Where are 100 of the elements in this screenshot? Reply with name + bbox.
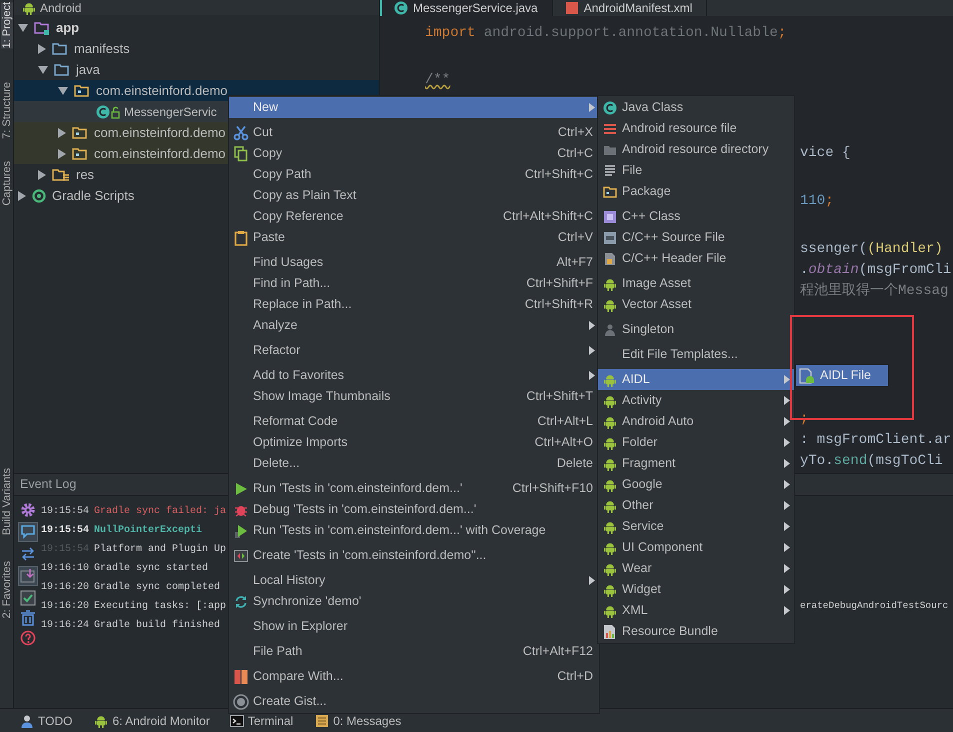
menu-item[interactable]: Local History: [229, 570, 599, 591]
round-emblem-icon: [233, 694, 249, 710]
menu-item[interactable]: Fragment: [598, 453, 794, 474]
tool-window-tab[interactable]: Captures: [0, 161, 12, 206]
menu-item[interactable]: Activity: [598, 390, 794, 411]
menu-item[interactable]: Vector Asset: [598, 294, 794, 315]
shortcut-label: Ctrl+Alt+O: [534, 434, 594, 452]
log-time: 19:16:20: [41, 600, 90, 614]
tool-window-tab[interactable]: 1: Project: [0, 2, 12, 48]
menu-item[interactable]: Java Class: [598, 97, 794, 118]
tool-window-button[interactable]: 6: Android Monitor: [94, 712, 210, 730]
menu-item[interactable]: Service: [598, 516, 794, 537]
tool-window-tab[interactable]: 7: Structure: [0, 82, 12, 140]
android-icon: [603, 520, 617, 534]
menu-item[interactable]: C/C++ Source File: [598, 227, 794, 248]
copy-icon: [234, 146, 248, 162]
collapsed-arrow-icon: [18, 190, 26, 200]
menu-item[interactable]: Android Auto: [598, 411, 794, 432]
shortcut-label: Ctrl+Alt+F12: [522, 643, 594, 660]
file-android-icon: [799, 368, 815, 384]
package-icon: [74, 84, 90, 98]
menu-item[interactable]: Optimize Imports Ctrl+Alt+O: [229, 432, 599, 453]
editor-tab[interactable]: MessengerService.java: [380, 0, 553, 16]
menu-item[interactable]: Folder: [598, 432, 794, 453]
menu-item[interactable]: Add to Favorites: [229, 365, 599, 386]
message-list-icon: [315, 714, 330, 728]
submenu-arrow-icon: [784, 396, 790, 405]
menu-item[interactable]: Image Asset: [598, 273, 794, 294]
menu-item[interactable]: Widget: [598, 579, 794, 600]
menu-item[interactable]: File: [598, 160, 794, 181]
menu-item[interactable]: XML: [598, 600, 794, 621]
submenu-arrow-icon: [784, 606, 790, 615]
menu-item[interactable]: Synchronize 'demo': [229, 591, 599, 612]
menu-item[interactable]: Run 'Tests in 'com.einsteinford.dem...' Ctrl+Shift+F10: [229, 478, 599, 499]
menu-item[interactable]: UI Component: [598, 537, 794, 558]
menu-item[interactable]: C/C++ Header File: [598, 248, 794, 269]
menu-item[interactable]: Find Usages Alt+F7: [229, 252, 599, 273]
menu-item[interactable]: Create 'Tests in 'com.einsteinford.demo''...: [229, 545, 599, 566]
tool-window-button[interactable]: Terminal: [230, 712, 294, 730]
menu-item[interactable]: Google: [598, 474, 794, 495]
menu-item[interactable]: Delete... Delete: [229, 453, 599, 474]
view-selector[interactable]: Android: [40, 0, 82, 14]
tool-window-button[interactable]: TODO: [20, 712, 72, 730]
menu-item[interactable]: Reformat Code Ctrl+Alt+L: [229, 411, 599, 432]
editor-tab[interactable]: AndroidManifest.xml: [552, 0, 708, 16]
menu-item[interactable]: Resource Bundle: [598, 621, 794, 642]
resource-folder-icon: [52, 168, 70, 182]
menu-item[interactable]: AIDL File: [796, 365, 888, 386]
menu-item[interactable]: Edit File Templates...: [598, 344, 794, 365]
class-icon: [603, 100, 617, 114]
square-icon: [603, 210, 617, 224]
tree-item[interactable]: manifests: [14, 38, 379, 59]
menu-item[interactable]: Refactor: [229, 340, 599, 361]
package-icon: [72, 126, 88, 140]
android-icon: [603, 498, 617, 512]
package-icon: [603, 184, 617, 198]
log-time: 19:16:20: [41, 581, 90, 595]
menu-item[interactable]: Find in Path... Ctrl+Shift+F: [229, 273, 599, 294]
android-icon: [603, 582, 617, 596]
menu-item[interactable]: Debug 'Tests in 'com.einsteinford.dem...': [229, 499, 599, 520]
tool-window-tab[interactable]: 2: Favorites: [0, 561, 12, 618]
collapsed-arrow-icon: [58, 128, 66, 138]
android-icon: [603, 478, 617, 492]
terminal-icon: [230, 714, 244, 728]
menu-item[interactable]: Singleton: [598, 319, 794, 340]
menu-item[interactable]: Run 'Tests in 'com.einsteinford.dem...' with Coverage: [229, 520, 599, 541]
menu-item[interactable]: Show in Explorer: [229, 616, 599, 637]
menu-item[interactable]: Package: [598, 181, 794, 202]
play-coverage-icon: [234, 524, 248, 538]
figure-icon: [603, 322, 617, 336]
submenu-arrow-icon: [589, 103, 595, 112]
tool-window-button[interactable]: 0: Messages: [315, 712, 402, 730]
menu-item[interactable]: Show Image Thumbnails Ctrl+Shift+T: [229, 386, 599, 407]
submenu-arrow-icon: [784, 585, 790, 594]
menu-item[interactable]: Replace in Path... Ctrl+Shift+R: [229, 294, 599, 315]
menu-item[interactable]: Android resource directory: [598, 139, 794, 160]
android-icon: [603, 394, 617, 408]
menu-item[interactable]: Compare With... Ctrl+D: [229, 666, 599, 687]
menu-item[interactable]: New: [229, 97, 599, 118]
menu-item[interactable]: C++ Class: [598, 206, 794, 227]
tree-item[interactable]: java: [14, 59, 379, 80]
source-file-icon: [603, 230, 617, 244]
submenu-arrow-icon: [784, 375, 790, 384]
menu-item[interactable]: Copy Path Ctrl+Shift+C: [229, 164, 599, 185]
menu-item[interactable]: Paste Ctrl+V: [229, 227, 599, 248]
menu-item[interactable]: Copy Reference Ctrl+Alt+Shift+C: [229, 206, 599, 227]
menu-item[interactable]: Analyze: [229, 315, 599, 336]
code-line: ssenger((Handler): [800, 240, 943, 259]
menu-item[interactable]: Android resource file: [598, 118, 794, 139]
menu-item[interactable]: Wear: [598, 558, 794, 579]
shortcut-label: Ctrl+Shift+F10: [512, 480, 594, 498]
menu-item[interactable]: AIDL: [598, 369, 794, 390]
menu-item[interactable]: Other: [598, 495, 794, 516]
menu-item[interactable]: File Path Ctrl+Alt+F12: [229, 641, 599, 662]
tree-item[interactable]: app: [14, 17, 379, 38]
menu-item[interactable]: Create Gist...: [229, 691, 599, 712]
shortcut-label: Alt+F7: [556, 254, 594, 272]
tool-window-tab[interactable]: Build Variants: [0, 468, 12, 536]
clipboard-icon: [234, 230, 248, 246]
menu-item[interactable]: Copy as Plain Text: [229, 185, 599, 206]
